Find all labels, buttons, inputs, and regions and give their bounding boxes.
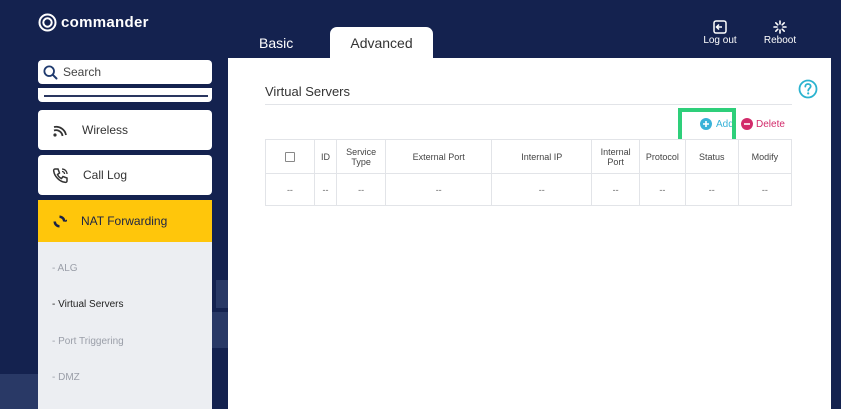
table-cell: -- xyxy=(336,173,387,206)
subnav-item-virtual-servers[interactable]: - Virtual Servers xyxy=(52,299,124,310)
column-header: ID xyxy=(313,139,338,174)
select-all-checkbox[interactable] xyxy=(284,151,295,162)
sidebar-item-wireless[interactable]: Wireless xyxy=(38,110,212,150)
main-content xyxy=(228,58,831,409)
table-cell: -- xyxy=(591,173,640,206)
column-header: Protocol xyxy=(639,139,686,174)
column-header: Status xyxy=(684,139,739,174)
minus-circle-icon xyxy=(741,118,753,130)
nat-forwarding-icon xyxy=(53,215,67,227)
sidebar-search[interactable] xyxy=(38,60,212,84)
sidebar-item-label: Wireless xyxy=(82,123,129,137)
delete-label: Delete xyxy=(756,118,785,130)
wifi-icon xyxy=(53,125,67,137)
table-cell: -- xyxy=(313,173,338,206)
tab-advanced[interactable]: Advanced xyxy=(330,27,433,58)
sidebar-item-nat-forwarding[interactable]: NAT Forwarding xyxy=(38,200,212,242)
reboot-button[interactable]: Reboot xyxy=(763,20,797,46)
decorative-block xyxy=(0,374,38,409)
tab-basic[interactable]: Basic xyxy=(259,28,293,58)
table-row: -- -- -- -- -- -- -- -- -- xyxy=(265,173,793,206)
virtual-servers-table: ID Service Type External Port Internal I… xyxy=(265,139,793,206)
divider xyxy=(44,95,208,97)
column-header: Service Type xyxy=(336,139,387,174)
table-cell: -- xyxy=(684,173,739,206)
logout-label: Log out xyxy=(703,35,737,46)
sidebar-item-label: Call Log xyxy=(83,168,128,182)
subnav-item-port-triggering[interactable]: - Port Triggering xyxy=(52,336,124,347)
table-cell: -- xyxy=(385,173,493,206)
decorative-block xyxy=(216,280,228,308)
help-icon[interactable] xyxy=(798,79,818,99)
search-input[interactable] xyxy=(63,65,203,79)
subnav-item-alg[interactable]: - ALG xyxy=(52,263,78,274)
page-title: Virtual Servers xyxy=(265,84,351,99)
column-header: Modify xyxy=(737,139,793,174)
phone-icon xyxy=(52,167,68,183)
commander-logo-icon xyxy=(38,13,57,31)
divider xyxy=(265,104,792,105)
subnav-item-dmz[interactable]: - DMZ xyxy=(52,372,80,383)
column-header: Internal IP xyxy=(491,139,593,174)
reboot-icon xyxy=(773,20,787,34)
sidebar-item-label: NAT Forwarding xyxy=(81,214,168,228)
delete-button[interactable]: Delete xyxy=(741,118,785,130)
column-header: Internal Port xyxy=(591,139,640,174)
logout-button[interactable]: Log out xyxy=(703,20,737,46)
sidebar-item-call-log[interactable]: Call Log xyxy=(38,155,212,195)
table-cell: -- xyxy=(491,173,593,206)
table-header-row: ID Service Type External Port Internal I… xyxy=(265,139,793,174)
search-icon xyxy=(43,64,58,79)
table-cell: -- xyxy=(639,173,686,206)
column-header: External Port xyxy=(385,139,493,174)
logout-icon xyxy=(713,20,727,34)
select-all-cell[interactable] xyxy=(265,139,315,174)
reboot-label: Reboot xyxy=(763,35,797,46)
brand-logo: commander xyxy=(38,12,149,32)
table-cell: -- xyxy=(265,173,315,206)
brand-name: commander xyxy=(61,13,149,31)
table-cell: -- xyxy=(737,173,793,206)
